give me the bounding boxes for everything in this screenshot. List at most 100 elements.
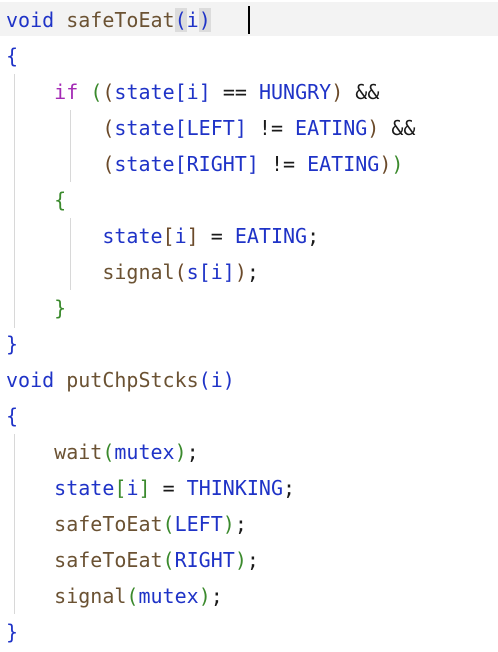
token-bracket: ] bbox=[222, 260, 235, 284]
token-bracket: ( bbox=[174, 8, 187, 32]
token-brace: { bbox=[6, 44, 19, 68]
token-const: LEFT bbox=[174, 512, 223, 536]
token-var: state bbox=[114, 116, 175, 140]
token-function-call: safeToEat bbox=[54, 548, 163, 572]
token-op: == bbox=[222, 80, 247, 104]
token-const: EATING bbox=[234, 224, 308, 248]
token-op: ; bbox=[307, 224, 320, 248]
token-var: i bbox=[186, 80, 199, 104]
token-bracket: ( bbox=[90, 80, 103, 104]
token-brace: } bbox=[6, 620, 19, 644]
token-brace: } bbox=[6, 332, 19, 356]
code-line[interactable]: (state[LEFT] != EATING) && bbox=[6, 110, 415, 146]
token-bracket: ( bbox=[162, 548, 175, 572]
token-var: s bbox=[186, 260, 199, 284]
token-function-call: signal bbox=[54, 584, 127, 608]
token-op: != bbox=[270, 152, 296, 176]
token-op: ; bbox=[186, 440, 199, 464]
token-bracket: ( bbox=[102, 116, 115, 140]
token-void: void bbox=[6, 368, 55, 392]
token-const: HUNGRY bbox=[258, 80, 332, 104]
token-bracket: ] bbox=[138, 476, 151, 500]
code-line[interactable]: } bbox=[6, 290, 66, 326]
token-var: state bbox=[114, 80, 175, 104]
token-bracket: ) bbox=[222, 512, 235, 536]
token-function-call: signal bbox=[102, 260, 175, 284]
token-bracket: [ bbox=[174, 80, 187, 104]
token-bracket: [ bbox=[114, 476, 127, 500]
token-const: LEFT bbox=[186, 116, 235, 140]
token-bracket: ) bbox=[367, 116, 380, 140]
token-bracket: ) bbox=[222, 368, 235, 392]
token-const: THINKING bbox=[186, 476, 283, 500]
code-line[interactable]: { bbox=[6, 182, 66, 218]
text-cursor bbox=[248, 6, 250, 34]
code-line[interactable]: signal(s[i]); bbox=[6, 254, 259, 290]
token-function-call: safeToEat bbox=[54, 512, 163, 536]
token-op: = bbox=[210, 224, 223, 248]
token-bracket: ( bbox=[102, 80, 115, 104]
code-line[interactable]: { bbox=[6, 398, 18, 434]
code-editor[interactable]: void safeToEat(i) { if ((state[i] == HUN… bbox=[0, 0, 498, 652]
token-op: ; bbox=[210, 584, 223, 608]
token-function-name: putChpStcks bbox=[66, 368, 199, 392]
token-function-call: wait bbox=[54, 440, 103, 464]
code-line[interactable]: } bbox=[6, 614, 18, 650]
token-op: != bbox=[258, 116, 283, 140]
token-op: && bbox=[355, 80, 380, 104]
token-var: i bbox=[174, 224, 187, 248]
token-void: void bbox=[6, 8, 55, 32]
token-op: && bbox=[391, 116, 416, 140]
token-bracket: ] bbox=[246, 152, 259, 176]
token-var: mutex bbox=[138, 584, 199, 608]
token-bracket: ( bbox=[174, 260, 187, 284]
token-brace: } bbox=[54, 296, 67, 320]
code-line[interactable]: void safeToEat(i) bbox=[6, 2, 211, 38]
code-line[interactable]: safeToEat(RIGHT); bbox=[6, 542, 259, 578]
token-bracket: ) bbox=[379, 152, 392, 176]
token-bracket: ) bbox=[198, 8, 211, 32]
token-const: RIGHT bbox=[174, 548, 235, 572]
token-bracket: ] bbox=[186, 224, 199, 248]
code-line[interactable]: state[i] = THINKING; bbox=[6, 470, 295, 506]
token-op: ; bbox=[283, 476, 296, 500]
code-line[interactable]: void putChpStcks(i) bbox=[6, 362, 235, 398]
token-bracket: ) bbox=[391, 152, 404, 176]
token-const: RIGHT bbox=[186, 152, 247, 176]
code-line[interactable]: safeToEat(LEFT); bbox=[6, 506, 247, 542]
token-op: ; bbox=[246, 260, 259, 284]
code-line[interactable]: } bbox=[6, 326, 18, 362]
code-line[interactable]: wait(mutex); bbox=[6, 434, 199, 470]
token-bracket: [ bbox=[198, 260, 211, 284]
token-bracket: [ bbox=[174, 116, 187, 140]
token-op: = bbox=[162, 476, 175, 500]
token-brace: { bbox=[6, 404, 19, 428]
token-if: if bbox=[54, 80, 79, 104]
token-bracket: ) bbox=[234, 548, 247, 572]
token-bracket: [ bbox=[174, 152, 187, 176]
token-brace: { bbox=[54, 188, 67, 212]
token-bracket: ( bbox=[162, 512, 175, 536]
token-bracket: ) bbox=[234, 260, 247, 284]
code-line[interactable]: state[i] = EATING; bbox=[6, 218, 319, 254]
token-var: state bbox=[114, 152, 175, 176]
token-bracket: ( bbox=[102, 152, 115, 176]
token-op: ; bbox=[234, 512, 247, 536]
token-op: ; bbox=[246, 548, 259, 572]
token-bracket: [ bbox=[162, 224, 175, 248]
token-bracket: ( bbox=[198, 368, 211, 392]
code-line[interactable]: signal(mutex); bbox=[6, 578, 223, 614]
token-bracket: ] bbox=[234, 116, 247, 140]
token-function-name: safeToEat bbox=[66, 8, 175, 32]
token-bracket: ] bbox=[198, 80, 211, 104]
token-bracket: ( bbox=[126, 584, 139, 608]
token-bracket: ) bbox=[198, 584, 211, 608]
code-line[interactable]: if ((state[i] == HUNGRY) && bbox=[6, 74, 379, 110]
code-line[interactable]: (state[RIGHT] != EATING)) bbox=[6, 146, 403, 182]
code-line[interactable]: { bbox=[6, 38, 18, 74]
token-var: state bbox=[54, 476, 115, 500]
token-var: mutex bbox=[114, 440, 175, 464]
token-const: EATING bbox=[295, 116, 368, 140]
token-bracket: ) bbox=[331, 80, 344, 104]
token-param: i bbox=[186, 8, 199, 32]
